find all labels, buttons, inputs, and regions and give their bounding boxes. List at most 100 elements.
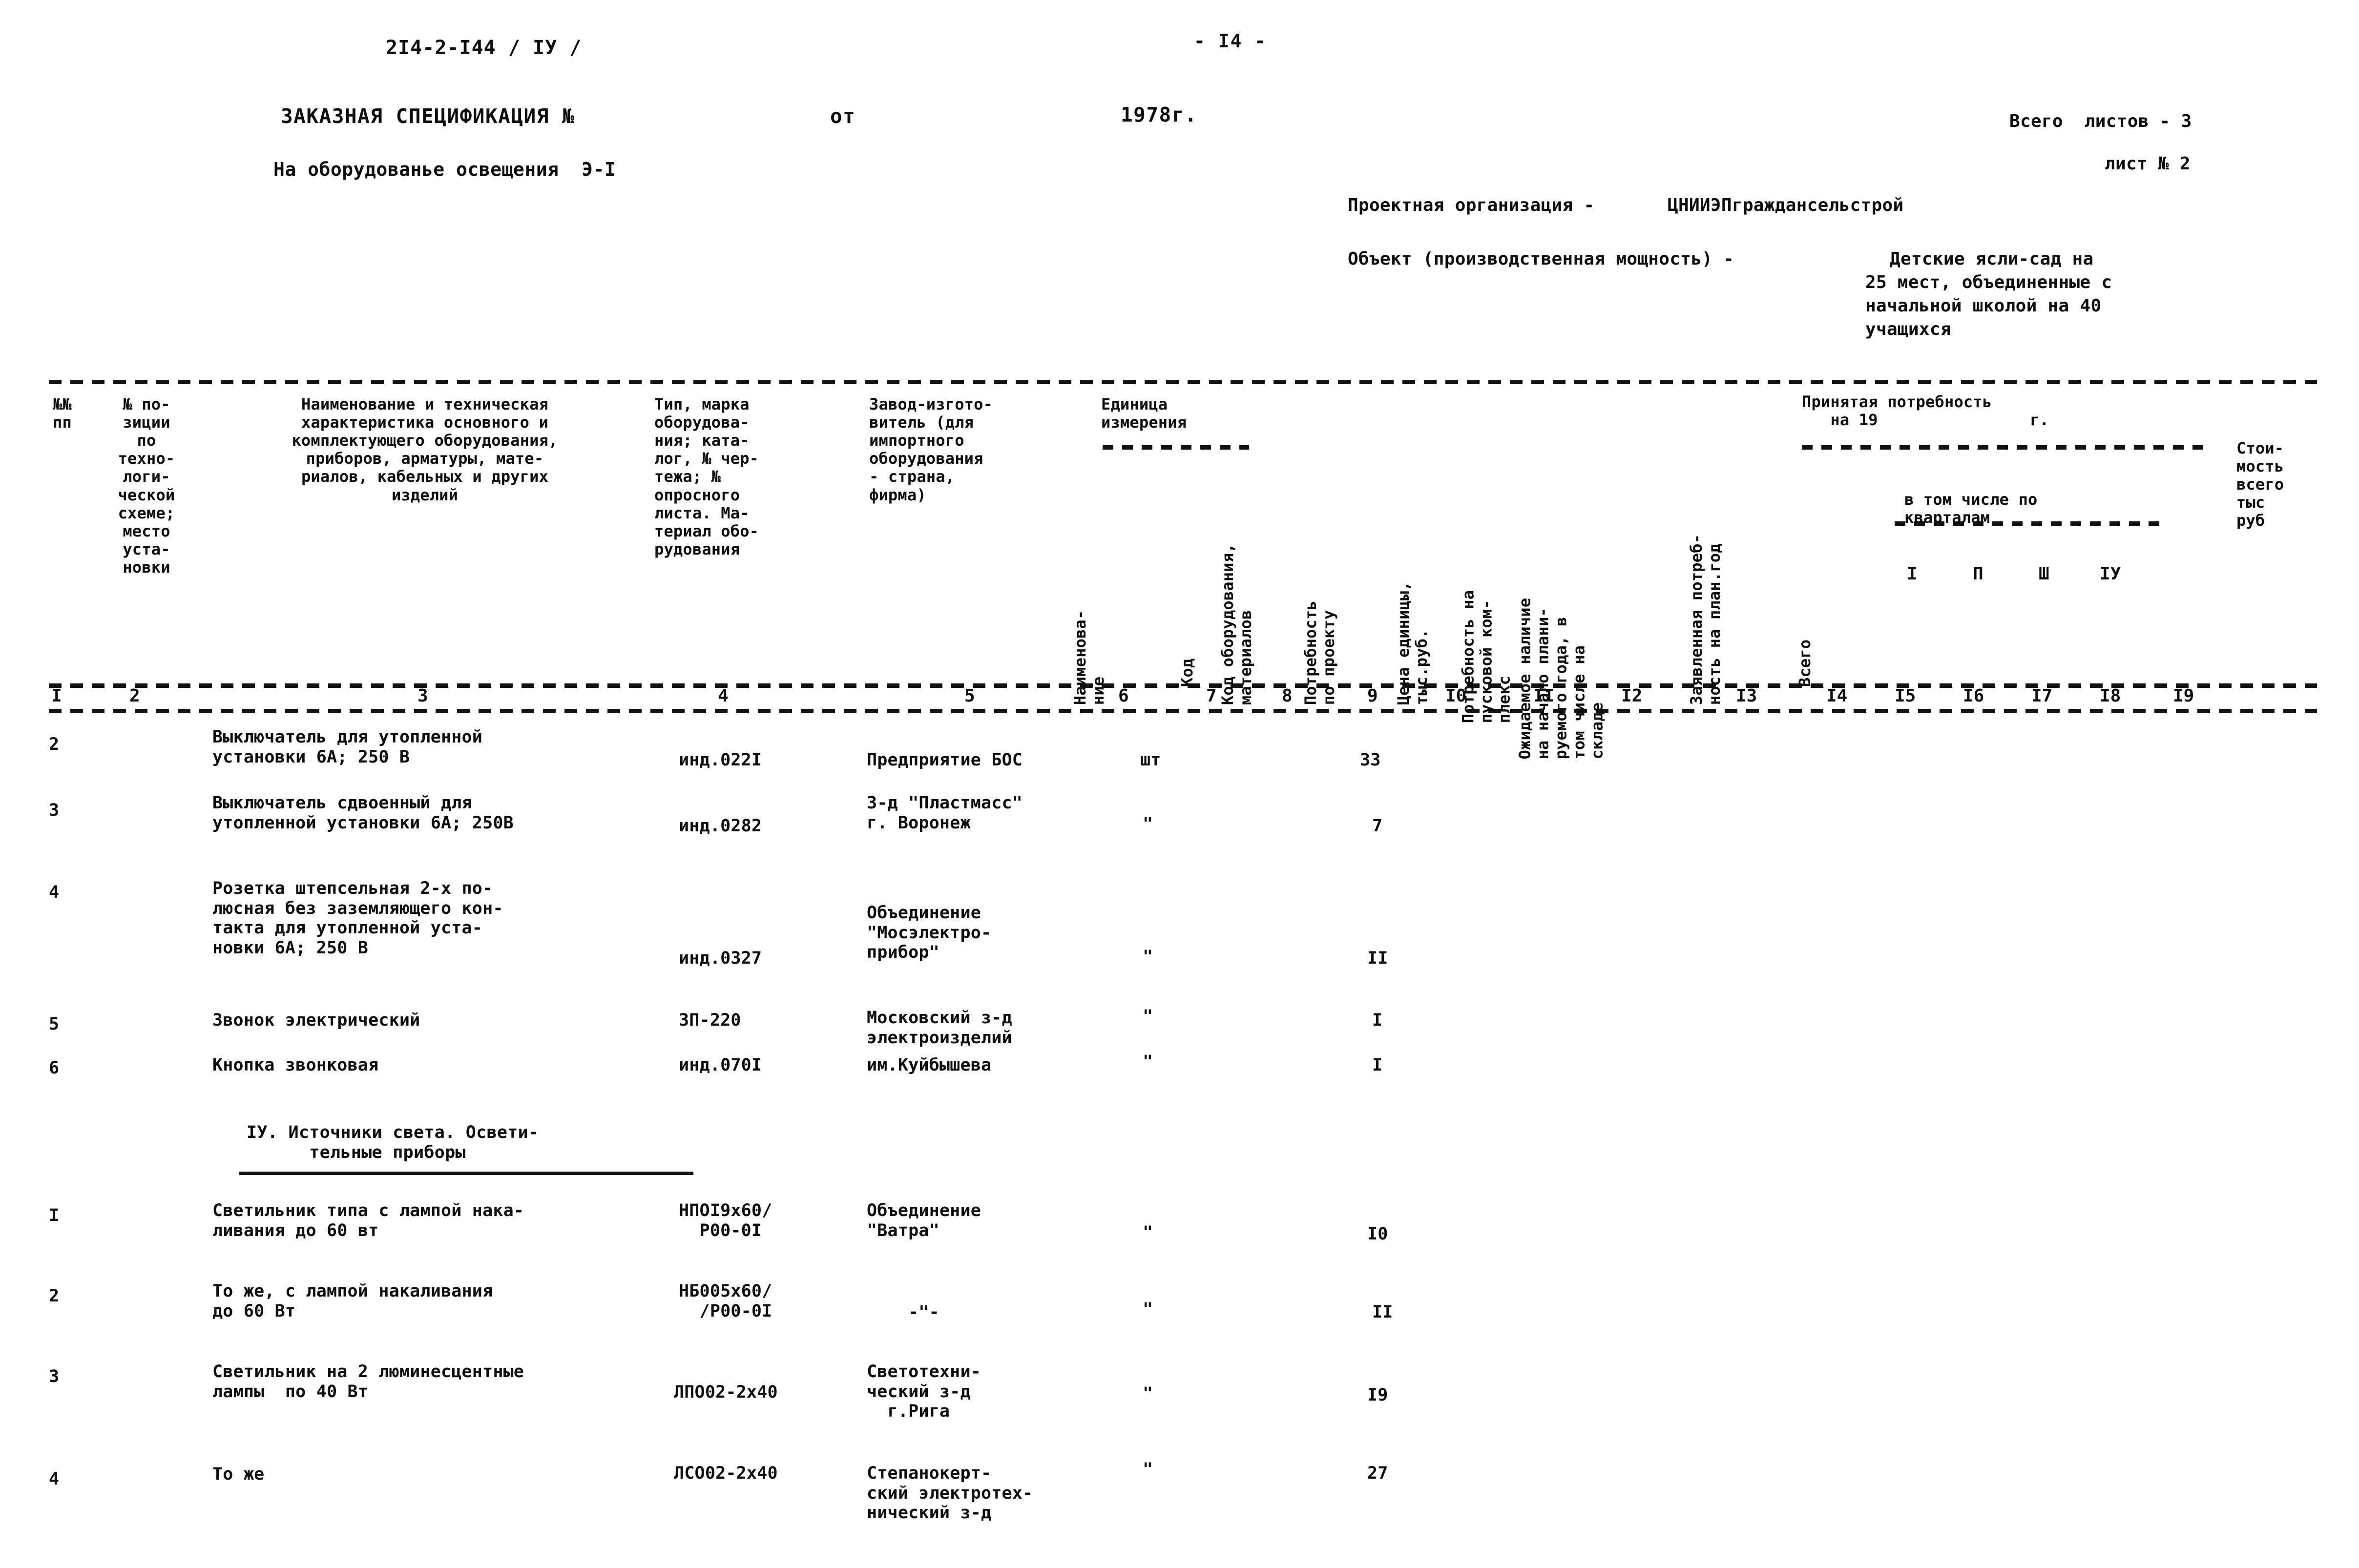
row-no: 2 (49, 1286, 60, 1306)
sheets-total: Всего листов - 3 (2009, 111, 2192, 131)
page-marker: - I4 - (1194, 30, 1267, 52)
row-maker: Московский з-д электроизделий (867, 1008, 1012, 1048)
row-unit: " (1143, 1460, 1153, 1479)
row-no: 5 (49, 1014, 60, 1034)
header-col-11: Потребность на пусковой ком- плекс (1459, 590, 1514, 723)
row-no: 3 (49, 1367, 60, 1386)
row-maker: им.Куйбышева (867, 1055, 992, 1075)
colnum-9: 9 (1367, 686, 1378, 706)
accepted-group-rule (1802, 445, 2212, 450)
header-col-18: IУ (2100, 564, 2121, 584)
header-col-3: Наименование и техническая характеристик… (292, 395, 558, 504)
row-qty: I0 (1367, 1224, 1388, 1244)
header-col-1: №№ пп (53, 395, 72, 432)
object-value-0: Детские ясли-сад на (1890, 249, 2094, 269)
row-unit: шт (1140, 750, 1161, 770)
row-name: Светильник типа с лампой нака- ливания д… (212, 1201, 524, 1240)
row-maker: Светотехни- ческий з-д г.Рига (867, 1362, 981, 1422)
row-type: инд.0327 (679, 949, 762, 968)
colnum-2: 2 (129, 686, 140, 706)
row-maker: Объединение "Мосэлектро- прибор" (867, 903, 992, 963)
row-qty: 33 (1360, 750, 1381, 770)
colnum-19: I9 (2173, 686, 2194, 706)
subject-line: На оборудованье освещения Э-I (273, 159, 616, 180)
header-col-16: П (1973, 564, 1983, 584)
header-col-17: Ш (2039, 564, 2049, 584)
row-maker: -"- (908, 1302, 939, 1322)
spec-title: ЗАКАЗНАЯ СПЕЦИФИКАЦИЯ № (281, 104, 575, 128)
table-top-rule (49, 380, 2317, 384)
row-maker: Объединение "Ватра" (867, 1201, 981, 1240)
row-qty: I9 (1367, 1385, 1388, 1405)
colnum-8: 8 (1282, 686, 1293, 706)
row-qty: 7 (1372, 816, 1383, 836)
row-type: ЛСО02-2х40 (674, 1464, 778, 1483)
design-org-label: Проектная организация - (1348, 195, 1595, 215)
sheet-number: лист № 2 (2105, 154, 2191, 174)
row-type: НБ005х60/ /Р00-0I (679, 1281, 772, 1321)
row-type: инд.070I (679, 1055, 762, 1075)
colnum-14: I4 (1826, 686, 1848, 706)
row-name: Выключатель сдвоенный для утопленной уст… (212, 793, 514, 833)
colnum-13: I3 (1736, 686, 1757, 706)
row-name: Светильник на 2 люминесцентные лампы по … (212, 1362, 524, 1402)
header-col-19: Стои- мость всего тыс руб (2236, 439, 2284, 530)
section-title: IУ. Источники света. Освети- тельные при… (247, 1123, 539, 1162)
row-no: I (49, 1206, 60, 1225)
row-unit: " (1143, 1052, 1153, 1072)
colnum-16: I6 (1963, 686, 1984, 706)
header-col-10: Цена единицы, тыс.руб. (1394, 581, 1431, 705)
unit-group-rule (1103, 445, 1249, 450)
colnum-6: 6 (1118, 686, 1129, 706)
colnum-11: II (1533, 686, 1555, 706)
row-name: Кнопка звонковая (212, 1055, 379, 1075)
header-col-14: Всего (1795, 639, 1814, 687)
object-value-3: учащихся (1865, 319, 1951, 339)
row-no: 2 (49, 735, 60, 754)
row-maker: 3-д "Пластмасс" г. Воронеж (867, 793, 1023, 833)
colnum-4: 4 (718, 686, 729, 706)
row-unit: " (1143, 1384, 1153, 1403)
object-value-2: начальной школой на 40 (1865, 296, 2102, 316)
header-col-12: Ожидаемое наличие на начало плани- руемо… (1515, 598, 1607, 760)
row-name: Звонок электрический (212, 1011, 420, 1030)
row-no: 4 (49, 883, 60, 902)
row-qty: I (1372, 1011, 1383, 1030)
column-number-bottom-rule (49, 709, 2317, 713)
design-org-value: ЦНИИЭПграждансельстрой (1668, 195, 1904, 215)
colnum-3: 3 (418, 686, 428, 706)
spec-title-from: от (830, 104, 856, 128)
row-unit: " (1143, 1007, 1153, 1026)
row-unit: " (1143, 814, 1153, 834)
colnum-1: I (51, 686, 62, 706)
colnum-17: I7 (2031, 686, 2053, 706)
row-unit: " (1143, 947, 1153, 967)
spec-title-year: 1978г. (1121, 103, 1198, 126)
header-col-8: Код оборудования, материалов (1218, 543, 1255, 705)
document-page: 2I4-2-I44 / IУ / - I4 - ЗАКАЗНАЯ СПЕЦИФИ… (0, 0, 2359, 1568)
row-qty: II (1367, 949, 1388, 968)
header-unit-group: Единица измерения (1101, 395, 1187, 432)
document-code: 2I4-2-I44 / IУ / (386, 37, 582, 59)
row-no: 4 (49, 1469, 60, 1489)
header-quarters-label: в том числе по кварталам (1904, 490, 2038, 527)
row-maker: Степанокерт- ский электротех- нический з… (867, 1464, 1033, 1523)
row-name: Розетка штепсельная 2-х по- люсная без з… (212, 879, 503, 958)
object-value-1: 25 мест, объединенные с (1865, 272, 2112, 292)
section-title-underline (239, 1172, 693, 1175)
row-unit: " (1143, 1300, 1153, 1319)
header-col-5: Завод-изгото- витель (для импортного обо… (869, 395, 993, 504)
row-maker: Предприятие БОС (867, 750, 1023, 770)
object-label: Объект (производственная мощность) - (1348, 249, 1734, 269)
row-no: 3 (49, 801, 60, 820)
colnum-18: I8 (2100, 686, 2121, 706)
header-col-2: № по- зиции по техно- логи- ческой схеме… (118, 395, 175, 577)
row-type: инд.0282 (679, 816, 762, 836)
row-unit: " (1143, 1223, 1153, 1242)
row-qty: 27 (1367, 1464, 1388, 1483)
header-col-13: Заявленная потреб- ность на план.год (1687, 534, 1724, 705)
header-col-9: Потребность по проекту (1301, 600, 1338, 705)
row-name: То же (212, 1465, 265, 1484)
row-no: 6 (49, 1058, 60, 1078)
row-qty: I (1372, 1055, 1383, 1075)
